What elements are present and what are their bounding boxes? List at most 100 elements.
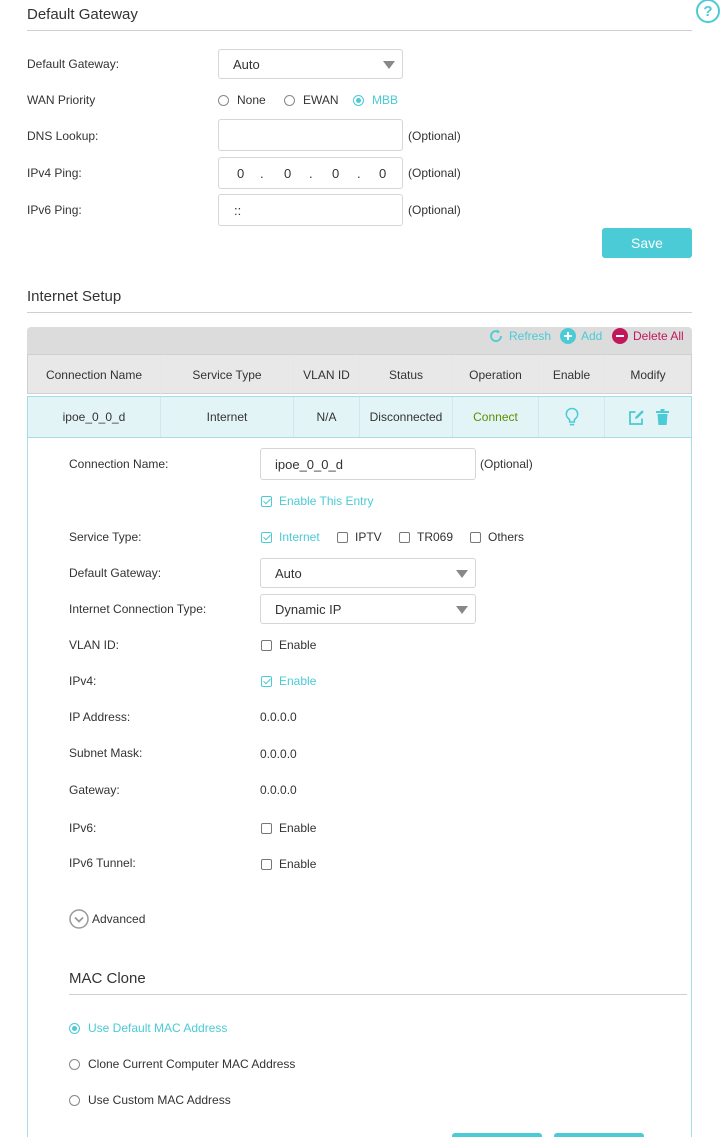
checkbox[interactable] xyxy=(261,822,272,834)
advanced-toggle[interactable]: Advanced xyxy=(69,909,145,929)
ipv6-ping-label: IPv6 Ping: xyxy=(27,203,82,217)
mac-clone-title: MAC Clone xyxy=(69,970,146,987)
mac-option-default[interactable]: Use Default MAC Address xyxy=(69,1021,227,1035)
form-action-button[interactable] xyxy=(554,1133,644,1137)
ipv4-octet[interactable]: 0 xyxy=(237,166,244,181)
checkbox-label: Others xyxy=(488,530,525,544)
radio[interactable] xyxy=(69,1058,80,1070)
svg-text:?: ? xyxy=(703,3,712,20)
add-button[interactable]: Add xyxy=(560,328,602,344)
ipv6-label: IPv6: xyxy=(69,821,97,835)
radio-ewan[interactable] xyxy=(284,94,295,106)
checkbox-label: TR069 xyxy=(417,530,454,544)
select-value: Dynamic IP xyxy=(275,601,342,617)
radio-mbb[interactable] xyxy=(353,94,364,106)
ipv6-ping-input[interactable]: :: xyxy=(218,194,403,226)
octet-dot: . xyxy=(309,165,313,181)
checkbox[interactable] xyxy=(470,531,481,543)
help-icon[interactable]: ? xyxy=(695,0,720,24)
default-gateway-select[interactable]: Auto xyxy=(218,49,403,79)
cell-connection-name: ipoe_0_0_d xyxy=(28,397,161,437)
ipv6-enable-checkbox[interactable]: Enable xyxy=(261,821,316,835)
checkbox-label: IPTV xyxy=(355,530,382,544)
dns-optional-hint: (Optional) xyxy=(408,129,461,143)
chevron-down-icon xyxy=(383,61,395,69)
delete-all-button[interactable]: Delete All xyxy=(612,328,684,344)
column-header: Connection Name xyxy=(28,355,161,395)
wan-option-label: MBB xyxy=(372,93,399,107)
vlan-id-label: VLAN ID: xyxy=(69,638,120,652)
refresh-icon xyxy=(490,329,502,342)
column-header: Enable xyxy=(539,355,605,395)
service-option-iptv[interactable]: IPTV xyxy=(337,530,382,544)
checkbox-label: Enable xyxy=(279,857,317,871)
column-header: Modify xyxy=(630,368,666,382)
trash-icon[interactable] xyxy=(655,409,669,425)
checkbox-label: Enable xyxy=(279,674,317,688)
wan-option-label: None xyxy=(237,93,266,107)
connection-type-label: Internet Connection Type: xyxy=(69,602,207,616)
chevron-down-icon xyxy=(456,606,468,614)
advanced-label: Advanced xyxy=(92,912,146,926)
wan-priority-label: WAN Priority xyxy=(27,93,96,107)
checkbox[interactable] xyxy=(261,858,272,870)
radio[interactable] xyxy=(69,1022,80,1034)
save-button[interactable]: Save xyxy=(602,228,692,258)
radio[interactable] xyxy=(69,1094,80,1106)
checkbox-label: Enable xyxy=(279,821,317,835)
form-action-button[interactable] xyxy=(452,1133,542,1137)
ipv4-ping-input[interactable]: 0 . 0 . 0 . 0 xyxy=(218,157,403,189)
checkbox[interactable] xyxy=(261,531,272,543)
select-value: Auto xyxy=(275,565,302,581)
delete-all-label: Delete All xyxy=(633,329,684,343)
cell-enable xyxy=(539,397,605,437)
gateway-value: 0.0.0.0 xyxy=(260,783,297,797)
checkbox[interactable] xyxy=(399,531,410,543)
ipv4-ping-label: IPv4 Ping: xyxy=(27,166,82,180)
service-option-others[interactable]: Others xyxy=(470,530,524,544)
ipv4-octet[interactable]: 0 xyxy=(332,166,339,181)
connection-name-input[interactable]: ipoe_0_0_d xyxy=(260,448,476,480)
radio-none[interactable] xyxy=(218,94,229,106)
ipv4-octet[interactable]: 0 xyxy=(284,166,291,181)
radio-label: Clone Current Computer MAC Address xyxy=(88,1057,296,1071)
select-value: Auto xyxy=(233,56,260,72)
column-header: VLAN ID xyxy=(294,355,360,395)
enable-entry-checkbox[interactable]: Enable This Entry xyxy=(261,494,374,508)
checkbox[interactable] xyxy=(261,495,272,507)
ip-address-label: IP Address: xyxy=(69,710,131,724)
form-default-gateway-select[interactable]: Auto xyxy=(260,558,476,588)
dns-lookup-input[interactable] xyxy=(218,119,403,151)
checkbox-label: Enable xyxy=(279,638,317,652)
ip-address-value: 0.0.0.0 xyxy=(260,710,297,724)
service-option-tr069[interactable]: TR069 xyxy=(399,530,453,544)
wan-option-ewan[interactable]: EWAN xyxy=(284,93,339,107)
mac-option-clone-computer[interactable]: Clone Current Computer MAC Address xyxy=(69,1057,295,1071)
lightbulb-icon[interactable] xyxy=(564,407,580,427)
table-row[interactable]: ipoe_0_0_d Internet N/A Disconnected Con… xyxy=(27,396,692,438)
vlan-enable-checkbox[interactable]: Enable xyxy=(261,638,316,652)
ipv6-optional-hint: (Optional) xyxy=(408,203,461,217)
mac-option-custom[interactable]: Use Custom MAC Address xyxy=(69,1093,231,1107)
cell-modify xyxy=(605,397,691,437)
delete-icon xyxy=(612,328,628,344)
checkbox[interactable] xyxy=(261,639,272,651)
chevron-down-icon xyxy=(456,570,468,578)
service-option-internet[interactable]: Internet xyxy=(261,530,320,544)
ipv6-tunnel-enable-checkbox[interactable]: Enable xyxy=(261,857,316,871)
checkbox[interactable] xyxy=(337,531,348,543)
connection-type-select[interactable]: Dynamic IP xyxy=(260,594,476,624)
connect-link[interactable]: Connect xyxy=(453,397,539,437)
ipv4-label: IPv4: xyxy=(69,674,97,688)
ipv4-octet[interactable]: 0 xyxy=(379,166,386,181)
ipv6-tunnel-label: IPv6 Tunnel: xyxy=(69,856,136,870)
refresh-button[interactable]: Refresh xyxy=(488,328,551,344)
ipv4-enable-checkbox[interactable]: Enable xyxy=(261,674,316,688)
wan-option-none[interactable]: None xyxy=(218,93,266,107)
edit-icon[interactable] xyxy=(628,409,645,426)
ipv6-value: :: xyxy=(234,202,242,218)
wan-option-mbb[interactable]: MBB xyxy=(353,93,398,107)
cell-status: Disconnected xyxy=(360,397,453,437)
checkbox-label: Internet xyxy=(279,530,320,544)
checkbox[interactable] xyxy=(261,675,272,687)
